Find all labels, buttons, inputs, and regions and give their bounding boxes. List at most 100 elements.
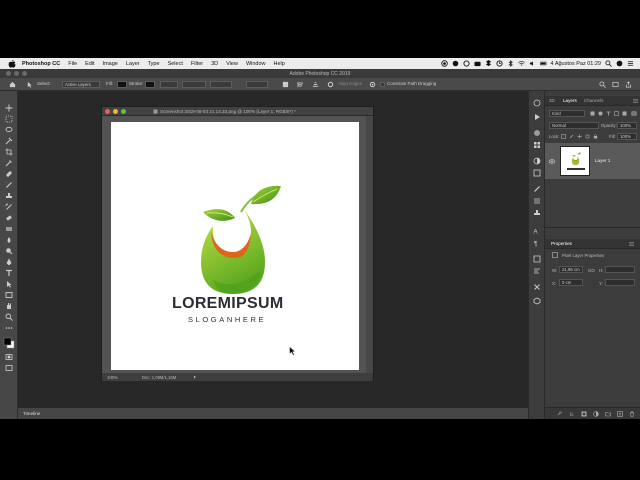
clock-icon[interactable] [495,60,503,67]
menu-clock[interactable]: 4 Ağustos Paz 01:29 [551,61,601,67]
menu-help[interactable]: Help [274,61,285,67]
path-alignment-icon[interactable] [297,81,304,88]
dropbox-icon[interactable] [485,60,492,67]
doc-zoom-button[interactable] [121,109,126,114]
healing-brush-tool-icon[interactable] [5,170,13,178]
battery-icon[interactable] [539,60,547,67]
timeline-tab[interactable]: Timeline [23,411,40,416]
stroke-swatch[interactable] [145,81,155,88]
history-icon[interactable] [533,99,541,107]
gear-icon[interactable] [369,81,376,88]
wifi-icon[interactable] [517,60,525,67]
layer-name[interactable]: Layer 1 [595,158,610,163]
record-icon[interactable] [440,60,448,67]
lock-all-icon[interactable] [593,134,598,139]
pixel-filter-icon[interactable] [590,111,595,116]
add-mask-icon[interactable] [581,411,587,417]
edit-toolbar-icon[interactable] [5,324,13,332]
canvas[interactable]: LOREMIPSUM SLOGANHERE [111,122,359,370]
workspace-icon[interactable] [612,81,619,88]
link-dimensions-label[interactable]: GO [588,268,595,273]
hand-tool-icon[interactable] [5,302,13,310]
bluetooth-icon[interactable] [507,60,514,67]
libraries-icon[interactable] [533,169,541,177]
eyedropper-tool-icon[interactable] [5,159,13,167]
quick-mask-icon[interactable] [5,353,13,361]
document-scrollbar[interactable] [366,116,373,373]
smart-object-filter-icon[interactable] [622,111,627,116]
properties-icon[interactable] [533,267,541,275]
properties-title[interactable]: Properties [551,241,572,246]
screen-mode-icon[interactable] [5,364,13,372]
properties-menu-icon[interactable] [629,242,634,246]
eraser-tool-icon[interactable] [5,214,13,222]
align-edges-label[interactable]: Align Edges [338,81,362,86]
volume-icon[interactable] [529,60,536,67]
zoom-level[interactable]: 100% [107,375,118,380]
blend-mode-dropdown[interactable]: Normal [549,122,599,129]
brushes-icon[interactable] [533,197,541,205]
foreground-background-color-icon[interactable] [3,337,15,349]
stroke-type-dropdown[interactable] [182,81,206,88]
doc-minimize-button[interactable] [113,109,118,114]
panel-menu-icon[interactable] [633,99,638,103]
menu-view[interactable]: View [226,61,238,67]
opacity-field[interactable]: 100% [617,122,637,129]
width-field[interactable] [210,81,232,88]
menu-image[interactable]: Image [103,61,118,67]
rectangle-tool-icon[interactable] [5,291,13,299]
tools-icon[interactable] [533,283,541,291]
menu-layer[interactable]: Layer [126,61,140,67]
3d-icon[interactable] [533,297,541,305]
quick-selection-tool-icon[interactable] [5,137,13,145]
zoom-tool-icon[interactable] [5,313,13,321]
select-dropdown[interactable]: Active Layers [62,81,100,88]
path-operations-icon[interactable] [282,81,289,88]
gradient-tool-icon[interactable] [5,225,13,233]
blur-tool-icon[interactable] [5,236,13,244]
menu-select[interactable]: Select [168,61,183,67]
marquee-tool-icon[interactable] [5,115,13,123]
delete-layer-icon[interactable] [629,411,635,417]
window-close-button[interactable] [6,71,11,76]
menu-file[interactable]: File [68,61,77,67]
brush-settings-icon[interactable] [533,185,541,193]
height-field[interactable] [605,266,635,273]
width-field[interactable]: 21,96 cm [559,266,583,273]
history-brush-tool-icon[interactable] [5,203,13,211]
home-icon[interactable] [9,81,16,88]
crop-tool-icon[interactable] [5,148,13,156]
spotlight-search-icon[interactable] [605,60,612,67]
pen-tool-icon[interactable] [5,258,13,266]
new-adjustment-layer-icon[interactable] [593,411,599,417]
settings-gear-icon[interactable] [327,81,334,88]
constrain-path-checkbox[interactable] [380,82,385,87]
play-actions-icon[interactable] [533,113,541,121]
type-filter-icon[interactable] [606,111,611,116]
layer-style-icon[interactable]: fx [569,411,575,417]
menu-edit[interactable]: Edit [85,61,94,67]
notification-center-icon[interactable] [627,60,634,67]
lock-image-icon[interactable] [569,134,574,139]
lasso-tool-icon[interactable] [5,126,13,134]
window-zoom-button[interactable] [22,71,27,76]
clone-source-icon[interactable] [533,209,541,217]
siri-icon[interactable] [616,60,623,67]
search-icon[interactable] [599,81,606,88]
paragraph-icon[interactable]: ¶ [533,239,541,248]
move-tool-icon[interactable] [5,104,13,112]
doc-close-button[interactable] [105,109,110,114]
character-icon[interactable]: A [533,227,541,236]
layer-kind-filter[interactable]: Kind [549,110,585,117]
menu-type[interactable]: Type [148,61,160,67]
link-layers-icon[interactable] [557,411,563,417]
swatches-icon[interactable] [533,141,541,149]
document-title-bar[interactable]: Screenshot 2019-08-03 21.14.33.png @ 100… [102,107,373,116]
menu-filter[interactable]: Filter [191,61,203,67]
menu-app-name[interactable]: Photoshop CC [22,61,60,67]
menu-window[interactable]: Window [246,61,266,67]
color-icon[interactable] [533,129,541,137]
cloud-icon[interactable] [452,60,459,67]
sync-icon[interactable] [462,60,470,67]
adjustments-icon[interactable] [533,157,541,165]
